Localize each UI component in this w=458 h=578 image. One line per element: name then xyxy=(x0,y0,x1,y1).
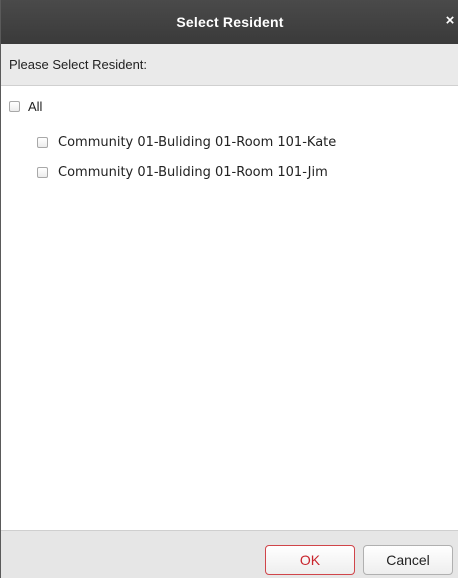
tree-item-resident-kate[interactable]: Community 01-Buliding 01-Room 101-Kate xyxy=(37,131,336,153)
select-resident-dialog: Select Resident × Please Select Resident… xyxy=(0,0,458,578)
tree-item-label: Community 01-Buliding 01-Room 101-Jim xyxy=(58,164,328,180)
checkbox-resident[interactable] xyxy=(37,166,48,178)
tree-item-all[interactable]: All xyxy=(9,95,42,117)
title-bar: Select Resident × xyxy=(1,0,458,44)
prompt-bar: Please Select Resident: xyxy=(1,44,458,86)
tree-item-resident-jim[interactable]: Community 01-Buliding 01-Room 101-Jim xyxy=(37,161,328,183)
ok-button[interactable]: OK xyxy=(265,545,355,575)
dialog-title: Select Resident xyxy=(176,14,284,30)
resident-tree: All Community 01-Buliding 01-Room 101-Ka… xyxy=(1,86,458,530)
tree-item-label: Community 01-Buliding 01-Room 101-Kate xyxy=(58,134,337,150)
close-icon[interactable]: × xyxy=(443,12,457,30)
prompt-label: Please Select Resident: xyxy=(9,57,148,72)
checkbox-all[interactable] xyxy=(9,100,20,112)
cancel-button[interactable]: Cancel xyxy=(363,545,453,575)
checkbox-resident[interactable] xyxy=(37,136,48,148)
tree-item-all-label: All xyxy=(28,98,43,114)
dialog-footer: OK Cancel xyxy=(1,530,458,578)
